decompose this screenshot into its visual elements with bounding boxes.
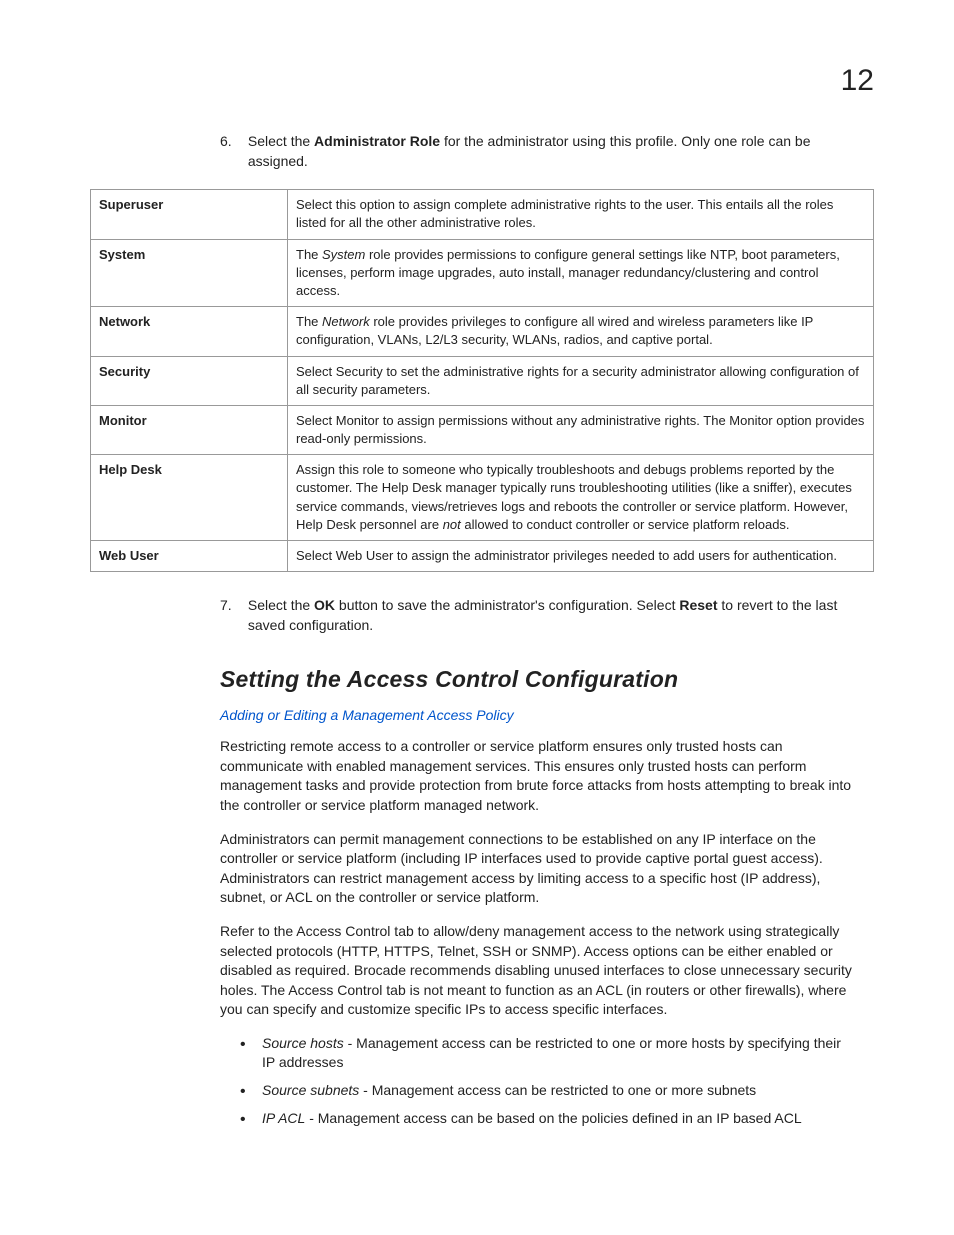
italic-term: Source hosts <box>262 1035 344 1051</box>
italic-term: not <box>443 517 461 532</box>
table-row: Network The Network role provides privil… <box>91 307 874 356</box>
step-6: 6. Select the Administrator Role for the… <box>220 132 854 171</box>
step-text: Select the OK button to save the adminis… <box>248 596 854 635</box>
role-desc: Assign this role to someone who typicall… <box>288 455 874 541</box>
table-row: Superuser Select this option to assign c… <box>91 190 874 239</box>
role-label: Network <box>91 307 288 356</box>
list-item: Source hosts - Management access can be … <box>240 1034 854 1073</box>
text-segment: The <box>296 314 322 329</box>
cross-reference-link[interactable]: Adding or Editing a Management Access Po… <box>220 706 874 726</box>
role-label: Monitor <box>91 405 288 454</box>
table-row: Help Desk Assign this role to someone wh… <box>91 455 874 541</box>
text-segment: Select the <box>248 133 314 149</box>
text-segment: button to save the administrator's confi… <box>335 597 679 613</box>
text-segment: role provides permissions to configure g… <box>296 247 840 298</box>
text-segment: - Management access can be restricted to… <box>262 1035 841 1071</box>
body-paragraph: Restricting remote access to a controlle… <box>220 737 854 815</box>
role-label: Help Desk <box>91 455 288 541</box>
role-label: Security <box>91 356 288 405</box>
text-segment: Select the <box>248 597 314 613</box>
text-segment: role provides privileges to configure al… <box>296 314 813 347</box>
role-label: System <box>91 239 288 307</box>
list-item: Source subnets - Management access can b… <box>240 1081 854 1101</box>
roles-table: Superuser Select this option to assign c… <box>90 189 874 572</box>
step-text: Select the Administrator Role for the ad… <box>248 132 854 171</box>
italic-term: Network <box>322 314 370 329</box>
text-segment: - Management access can be restricted to… <box>359 1082 756 1098</box>
body-paragraph: Refer to the Access Control tab to allow… <box>220 922 854 1020</box>
table-row: System The System role provides permissi… <box>91 239 874 307</box>
role-label: Superuser <box>91 190 288 239</box>
step-number: 6. <box>220 132 244 152</box>
role-desc: Select Monitor to assign permissions wit… <box>288 405 874 454</box>
bullet-list: Source hosts - Management access can be … <box>240 1034 854 1128</box>
bold-term: Reset <box>679 597 717 613</box>
table-row: Security Select Security to set the admi… <box>91 356 874 405</box>
role-label: Web User <box>91 541 288 572</box>
italic-term: Source subnets <box>262 1082 359 1098</box>
step-number: 7. <box>220 596 244 616</box>
bold-term: OK <box>314 597 335 613</box>
italic-term: System <box>322 247 365 262</box>
list-item: IP ACL - Management access can be based … <box>240 1109 854 1129</box>
chapter-number: 12 <box>90 60 874 102</box>
role-desc: Select this option to assign complete ad… <box>288 190 874 239</box>
role-desc: Select Web User to assign the administra… <box>288 541 874 572</box>
text-segment: allowed to conduct controller or service… <box>461 517 790 532</box>
role-desc: The Network role provides privileges to … <box>288 307 874 356</box>
text-segment: The <box>296 247 322 262</box>
table-row: Web User Select Web User to assign the a… <box>91 541 874 572</box>
bold-term: Administrator Role <box>314 133 440 149</box>
role-desc: Select Security to set the administrativ… <box>288 356 874 405</box>
italic-term: IP ACL <box>262 1110 305 1126</box>
body-paragraph: Administrators can permit management con… <box>220 830 854 908</box>
section-heading: Setting the Access Control Configuration <box>220 663 874 695</box>
step-7: 7. Select the OK button to save the admi… <box>220 596 854 635</box>
role-desc: The System role provides permissions to … <box>288 239 874 307</box>
text-segment: - Management access can be based on the … <box>305 1110 801 1126</box>
table-row: Monitor Select Monitor to assign permiss… <box>91 405 874 454</box>
